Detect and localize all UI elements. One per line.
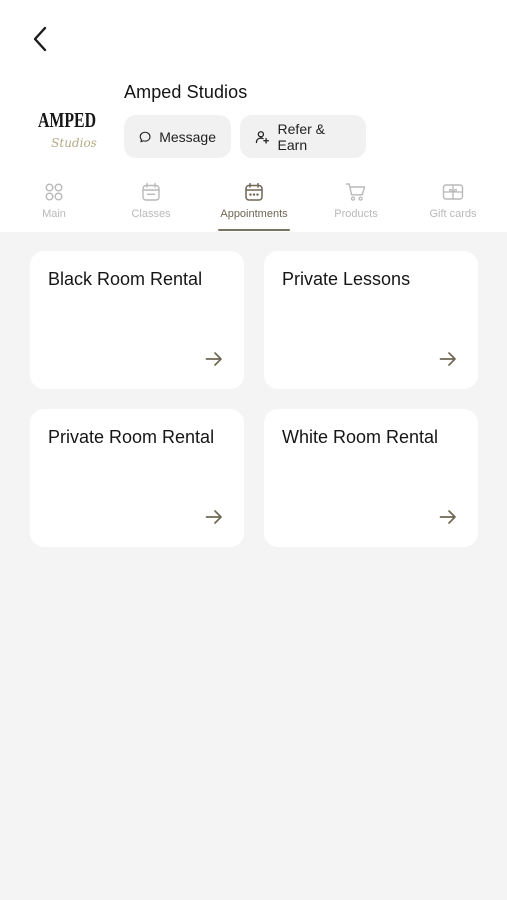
- message-label: Message: [159, 128, 216, 145]
- service-card-private-lessons[interactable]: Private Lessons: [264, 251, 478, 389]
- studio-name: Amped Studios: [124, 82, 248, 102]
- card-title: Black Room Rental: [48, 269, 203, 289]
- chat-bubble-icon: [139, 131, 151, 142]
- user-plus-icon: [255, 130, 269, 144]
- logo-text: AMPED: [38, 108, 96, 132]
- cart-icon: [345, 179, 367, 205]
- message-button[interactable]: Message: [124, 115, 231, 158]
- refer-earn-label: Refer & Earn: [277, 120, 325, 153]
- card-title: White Room Rental: [282, 427, 439, 447]
- tab-products-label: Products: [334, 208, 378, 220]
- arrow-right-icon: [439, 352, 456, 366]
- back-button[interactable]: [24, 22, 58, 56]
- tab-main[interactable]: Main: [4, 175, 104, 232]
- tab-main-label: Main: [42, 208, 66, 220]
- tab-appointments[interactable]: Appointments: [204, 175, 304, 232]
- card-title: Private Room Rental: [48, 427, 215, 447]
- arrow-right-icon: [205, 510, 222, 524]
- logo-script: Studios: [51, 136, 97, 150]
- chevron-left-icon: [33, 26, 47, 52]
- tab-classes[interactable]: Classes: [101, 175, 201, 232]
- studio-logo: AMPED Studios: [30, 85, 104, 159]
- service-card-private-room-rental[interactable]: Private Room Rental: [30, 409, 244, 547]
- tab-classes-label: Classes: [131, 208, 171, 220]
- arrow-right-icon: [439, 510, 456, 524]
- studio-header: AMPED Studios Amped Studios Message Refe…: [0, 0, 507, 232]
- gift-card-icon: [442, 179, 464, 205]
- tab-gift-cards[interactable]: Gift cards: [403, 175, 503, 232]
- tab-bar: Main Classes Appointments Products Gift …: [0, 175, 507, 232]
- refer-earn-button[interactable]: Refer & Earn: [240, 115, 366, 158]
- tab-products[interactable]: Products: [306, 175, 406, 232]
- card-title: Private Lessons: [282, 269, 411, 289]
- calendar-icon: [141, 179, 161, 205]
- service-card-white-room-rental[interactable]: White Room Rental: [264, 409, 478, 547]
- tab-gift-cards-label: Gift cards: [429, 208, 477, 220]
- arrow-right-icon: [205, 352, 222, 366]
- service-card-black-room-rental[interactable]: Black Room Rental: [30, 251, 244, 389]
- tab-appointments-label: Appointments: [220, 208, 288, 220]
- grid-icon: [44, 179, 64, 205]
- calendar-dots-icon: [244, 179, 264, 205]
